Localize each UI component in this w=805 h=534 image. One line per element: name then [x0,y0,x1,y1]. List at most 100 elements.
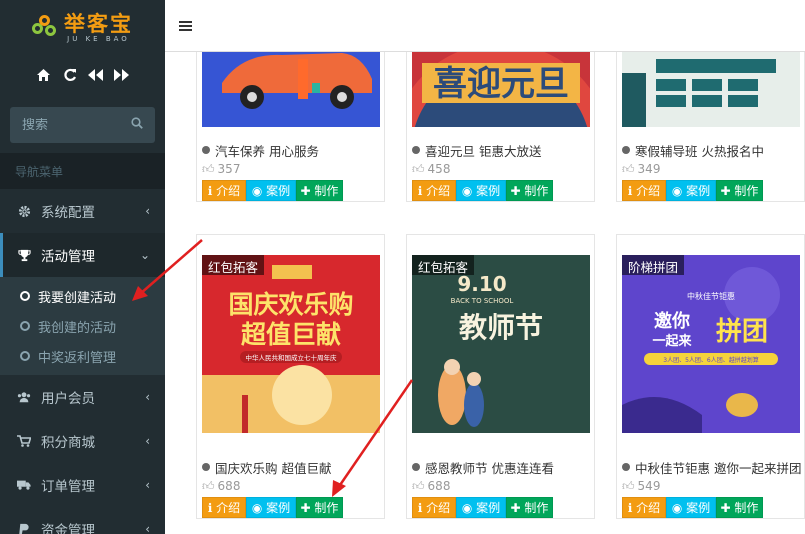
thumbs-up-icon: 👍︎ [202,478,215,493]
sidebar-item-activity[interactable]: 活动管理 ⌄ [0,233,165,277]
users-icon [17,391,31,403]
intro-button[interactable]: ℹ 介绍 [622,180,666,201]
submenu-item-label: 我要创建活动 [38,290,117,306]
case-button[interactable]: ◉ 案例 [666,497,716,518]
svg-text:国庆欢乐购: 国庆欢乐购 [228,290,353,319]
submenu-item-create-activity[interactable]: 我要创建活动 [0,281,165,311]
sidebar-item-label: 系统配置 [41,205,95,221]
intro-button[interactable]: ℹ 介绍 [202,497,246,518]
activity-submenu: 我要创建活动 我创建的活动 中奖返利管理 [0,277,165,375]
thumbs-up-icon: 👍︎ [622,478,635,493]
template-thumbnail[interactable]: 喜迎元旦 [412,52,590,127]
intro-button[interactable]: ℹ 介绍 [412,497,456,518]
truck-icon [17,479,31,491]
sidebar-item-points-mall[interactable]: 积分商城 ‹ [0,419,165,463]
make-button[interactable]: ✚ 制作 [296,497,343,518]
sidebar-item-label: 活动管理 [41,249,95,265]
intro-button[interactable]: ℹ 介绍 [622,497,666,518]
thumbs-up-icon: 👍︎ [412,478,425,493]
svg-text:邀你: 邀你 [654,310,690,332]
make-button[interactable]: ✚ 制作 [716,180,763,201]
template-thumbnail[interactable]: 中秋佳节钜惠 邀你 一起来 拼团 3人团、5人团、6人团、越拼越划算 阶梯拼团 [622,255,800,433]
sidebar-item-orders[interactable]: 订单管理 ‹ [0,463,165,507]
submenu-item-my-activities[interactable]: 我创建的活动 [0,311,165,341]
svg-text:喜迎元旦: 喜迎元旦 [433,64,569,104]
bullet-icon [412,146,420,154]
bullet-icon [202,463,210,471]
template-card[interactable]: 9.10 BACK TO SCHOOL 教师节 红包拓客 感恩教师节 优惠连连看… [406,234,595,519]
template-card[interactable]: 国庆欢乐购 超值巨献 中华人民共和国成立七十周年庆 红包拓客 国庆欢乐购 超值巨… [196,234,385,519]
template-badge: 阶梯拼团 [622,255,685,275]
template-card[interactable]: 中秋佳节钜惠 邀你 一起来 拼团 3人团、5人团、6人团、越拼越划算 阶梯拼团 … [616,234,805,519]
sidebar-item-label: 积分商城 [41,435,95,451]
menu-toggle-icon[interactable] [179,20,192,31]
case-button[interactable]: ◉ 案例 [456,180,506,201]
sidebar-search [10,107,155,143]
search-input[interactable] [22,117,122,133]
case-button[interactable]: ◉ 案例 [246,497,296,518]
template-thumbnail[interactable] [202,52,380,127]
svg-text:3人团、5人团、6人团、越拼越划算: 3人团、5人团、6人团、越拼越划算 [663,356,758,364]
sidebar-item-system-config[interactable]: 系统配置 ‹ [0,189,165,233]
chevron-left-icon: ‹ [145,390,150,404]
logo-subtext: JU KE BAO [67,34,130,43]
make-button[interactable]: ✚ 制作 [716,497,763,518]
bullet-icon [412,463,420,471]
template-title: 中秋佳节钜惠 邀你一起来拼团 [622,458,801,476]
make-button[interactable]: ✚ 制作 [296,180,343,201]
template-card[interactable]: 寒假辅导班 火热报名中 👍︎ 349 ℹ 介绍 ◉ 案例 ✚ 制作 [616,52,805,202]
nav-header: 导航菜单 [0,153,165,189]
circle-icon [20,351,30,361]
chevron-left-icon: ‹ [145,204,150,218]
svg-text:中秋佳节钜惠: 中秋佳节钜惠 [687,291,735,301]
sidebar-item-funds[interactable]: 资金管理 ‹ [0,507,165,534]
sidebar: 举客宝 JU KE BAO 导航菜单 系统配置 ‹ [0,0,165,534]
like-count: 👍︎ 549 [622,478,661,494]
like-count: 👍︎ 349 [622,161,661,177]
make-button[interactable]: ✚ 制作 [506,497,553,518]
template-thumbnail[interactable] [622,52,800,127]
template-thumbnail[interactable]: 9.10 BACK TO SCHOOL 教师节 红包拓客 [412,255,590,433]
like-count: 👍︎ 688 [202,478,241,494]
sidebar-item-label: 订单管理 [41,479,95,495]
submenu-item-rebate[interactable]: 中奖返利管理 [0,341,165,371]
sidebar-item-members[interactable]: 用户会员 ‹ [0,375,165,419]
svg-text:中华人民共和国成立七十周年庆: 中华人民共和国成立七十周年庆 [246,353,338,362]
case-button[interactable]: ◉ 案例 [666,180,716,201]
template-title: 国庆欢乐购 超值巨献 [202,458,379,476]
search-icon[interactable] [131,117,143,133]
backward-icon[interactable] [88,67,104,83]
case-button[interactable]: ◉ 案例 [456,497,506,518]
submenu-item-label: 我创建的活动 [38,320,117,336]
template-card[interactable]: 喜迎元旦 喜迎元旦 钜惠大放送 👍︎ 458 ℹ 介绍 ◉ 案例 ✚ 制作 [406,52,595,202]
template-badge: 红包拓客 [202,255,265,275]
chevron-left-icon: ‹ [145,434,150,448]
template-title: 汽车保养 用心服务 [202,141,379,159]
forward-icon[interactable] [114,67,130,83]
template-title: 喜迎元旦 钜惠大放送 [412,141,589,159]
svg-text:教师节: 教师节 [459,311,543,344]
intro-button[interactable]: ℹ 介绍 [412,180,456,201]
svg-text:BACK TO SCHOOL: BACK TO SCHOOL [451,297,514,305]
case-button[interactable]: ◉ 案例 [246,180,296,201]
thumbs-up-icon: 👍︎ [622,161,635,176]
make-button[interactable]: ✚ 制作 [506,180,553,201]
template-badge: 红包拓客 [412,255,475,275]
home-icon[interactable] [36,67,52,83]
chevron-left-icon: ‹ [145,522,150,534]
refresh-icon[interactable] [62,67,78,83]
template-grid: 汽车保养 用心服务 👍︎ 357 ℹ 介绍 ◉ 案例 ✚ 制作 喜迎元旦 喜迎元旦… [165,52,805,534]
logo-text: 举客宝 [64,11,133,36]
logo[interactable]: 举客宝 JU KE BAO [0,0,165,55]
logo-icon [32,14,58,41]
intro-button[interactable]: ℹ 介绍 [202,180,246,201]
trophy-icon [17,249,31,262]
cart-icon [17,435,31,447]
sidebar-controls [0,55,165,95]
bullet-icon [202,146,210,154]
circle-icon [20,321,30,331]
template-thumbnail[interactable]: 国庆欢乐购 超值巨献 中华人民共和国成立七十周年庆 红包拓客 [202,255,380,433]
template-title: 感恩教师节 优惠连连看 [412,458,589,476]
template-card[interactable]: 汽车保养 用心服务 👍︎ 357 ℹ 介绍 ◉ 案例 ✚ 制作 [196,52,385,202]
sidebar-item-label: 用户会员 [41,391,95,407]
